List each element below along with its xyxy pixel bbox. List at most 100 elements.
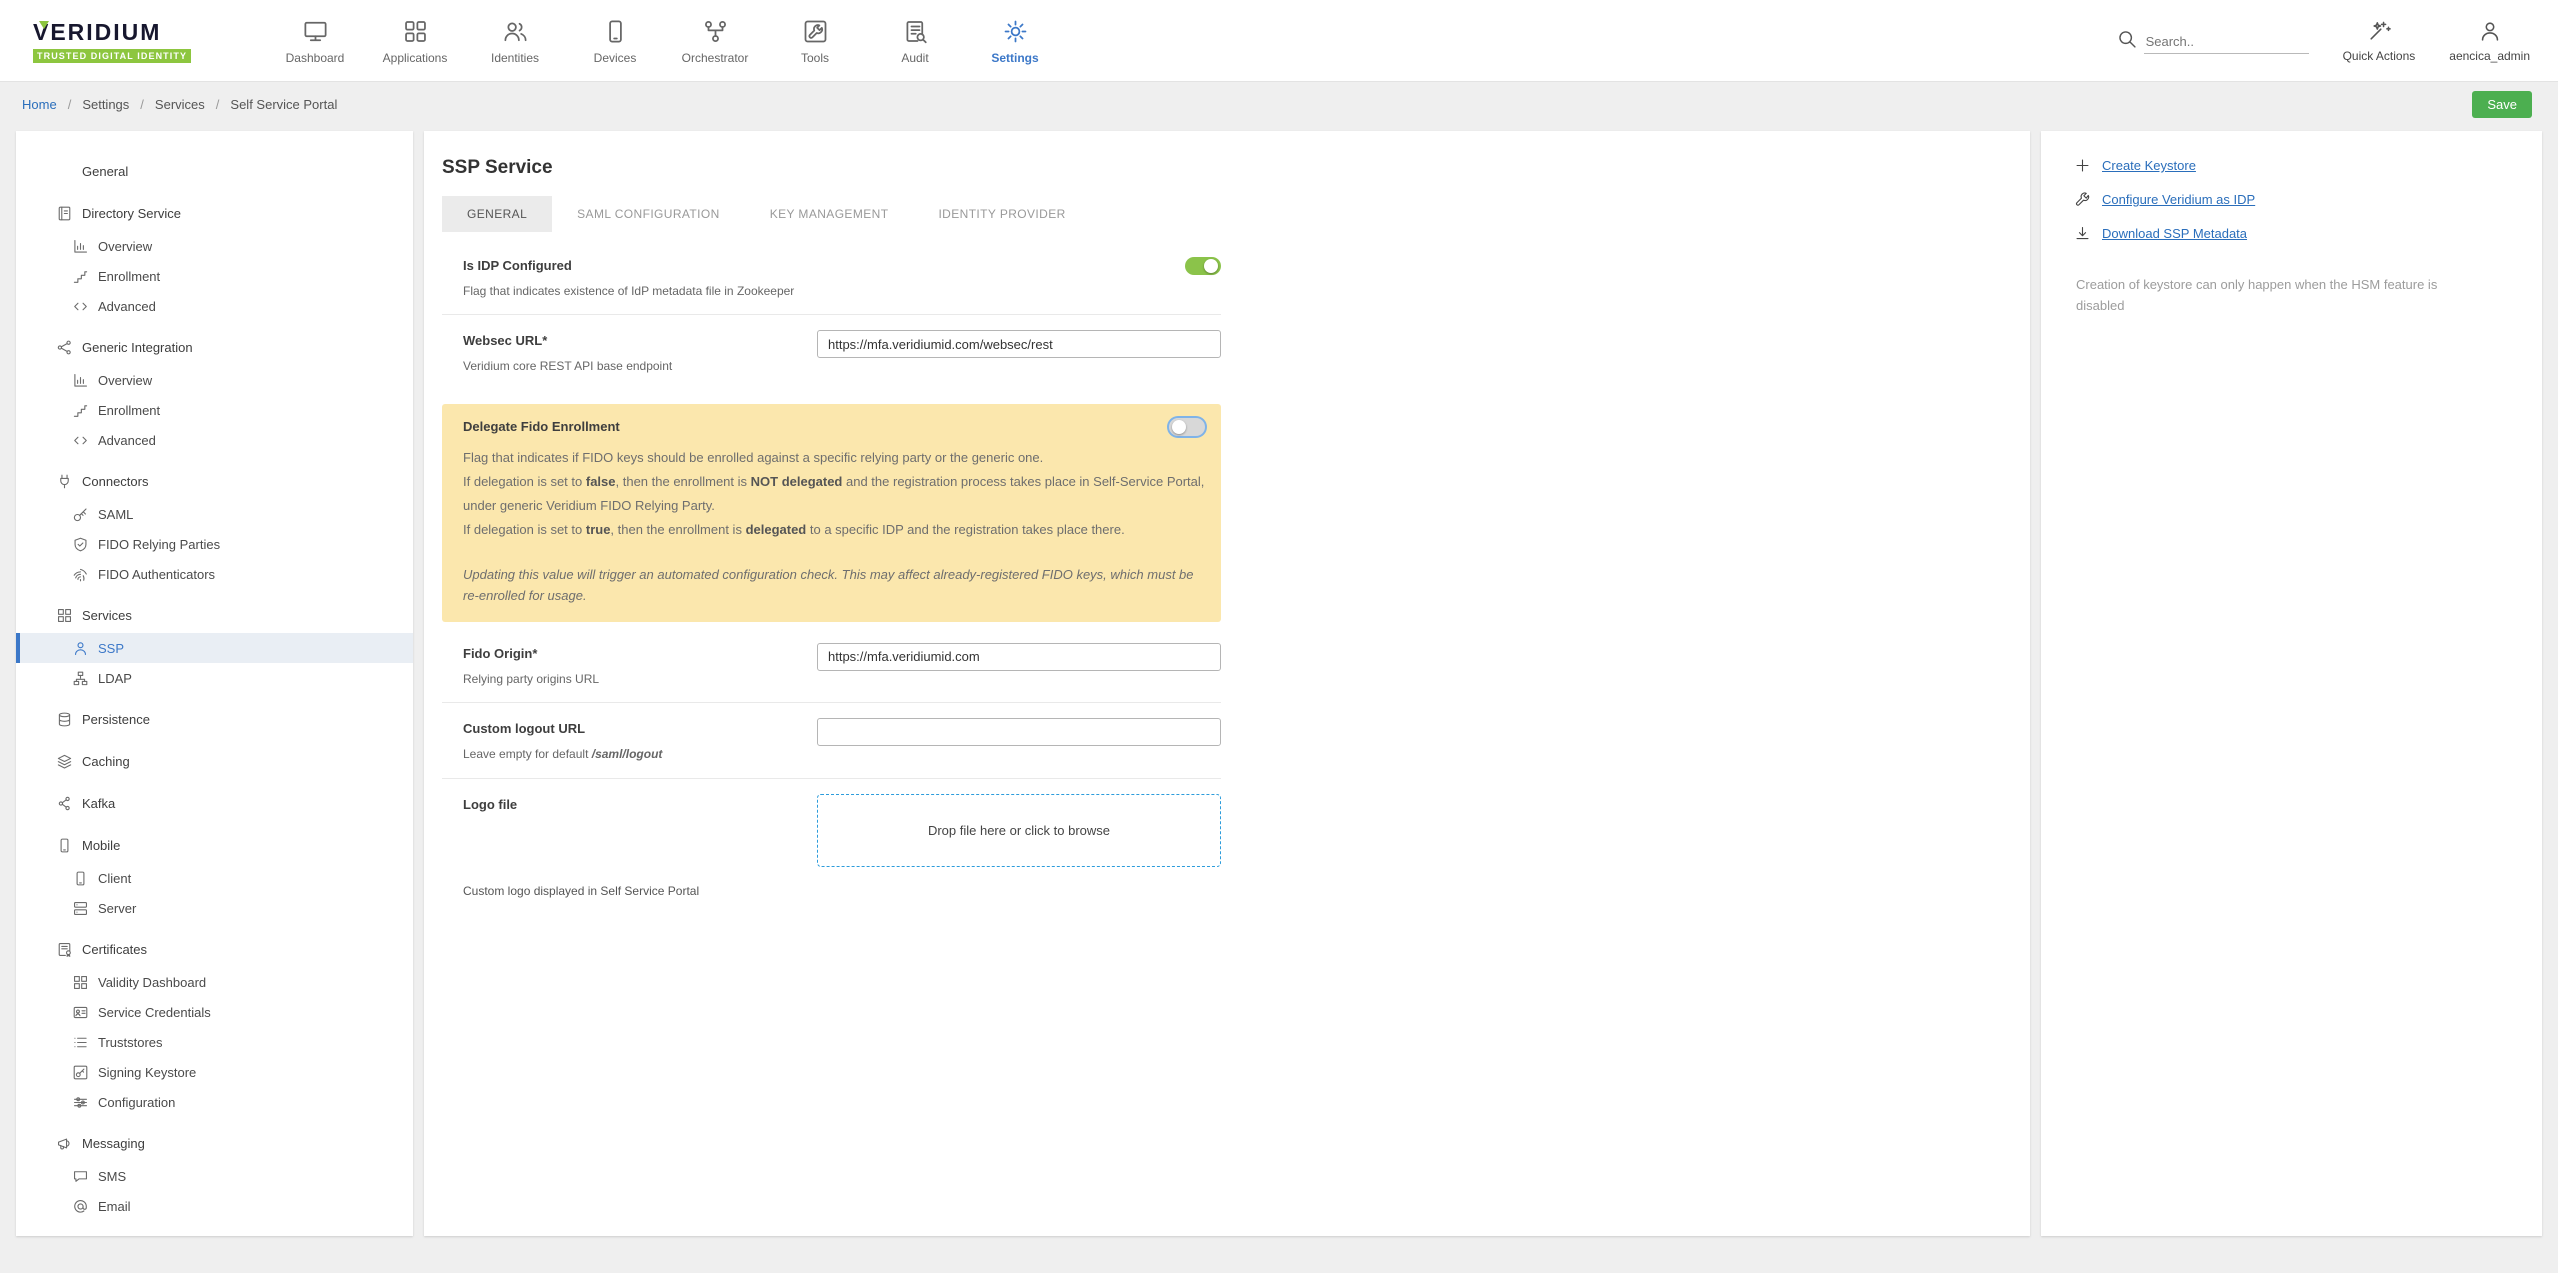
ssp-general-form: Is IDP Configured Flag that indicates ex…	[442, 240, 1221, 900]
sidebar-item-label: Connectors	[82, 474, 148, 489]
nav-item-label: Dashboard	[286, 51, 345, 65]
websec-control	[817, 330, 1221, 358]
settings-sidebar: GeneralDirectory ServiceOverviewEnrollme…	[16, 131, 413, 1236]
sidebar-item-kafka[interactable]: Kafka	[16, 788, 413, 819]
delegate-toggle[interactable]	[1169, 418, 1205, 436]
tools-icon	[802, 18, 829, 45]
sidebar-item-client[interactable]: Client	[16, 863, 413, 893]
sidebar-item-persistence[interactable]: Persistence	[16, 704, 413, 735]
blank-icon	[56, 163, 73, 180]
sidebar-item-label: Certificates	[82, 942, 147, 957]
delegate-paragraph: If delegation is set to true, then the e…	[463, 518, 1205, 542]
fido-origin-label: Fido Origin*	[463, 646, 817, 661]
sidebar-item-label: Mobile	[82, 838, 120, 853]
main-nav: Dashboard ApplicationsIdentitiesDevicesOr…	[265, 16, 1065, 65]
tab-saml-configuration[interactable]: SAML CONFIGURATION	[552, 196, 745, 232]
sidebar-item-label: Directory Service	[82, 206, 181, 221]
action-create-keystore[interactable]: Create Keystore	[2074, 157, 2512, 174]
logo-file-text-block: Logo file	[463, 794, 817, 812]
sidebar-item-certificates[interactable]: Certificates	[16, 934, 413, 965]
mobile-icon	[56, 837, 73, 854]
sidebar-item-fido-relying-parties[interactable]: FIDO Relying Parties	[16, 529, 413, 559]
sidebar-item-label: Messaging	[82, 1136, 145, 1151]
veridium-logo[interactable]: VERIDIUM TRUSTED DIGITAL IDENTITY	[33, 19, 223, 63]
field-row-websec-url: Websec URL* Veridium core REST API base …	[442, 315, 1221, 389]
sidebar-item-label: SAML	[98, 507, 133, 522]
breadcrumb-bar: Home/Settings/Services/Self Service Port…	[0, 82, 2558, 126]
sidebar-item-ldap[interactable]: LDAP	[16, 663, 413, 693]
sidebar-item-server[interactable]: Server	[16, 893, 413, 923]
nav-item-dashboard[interactable]: Dashboard	[265, 16, 365, 65]
sidebar-item-overview[interactable]: Overview	[16, 231, 413, 261]
sidebar-item-validity-dashboard[interactable]: Validity Dashboard	[16, 967, 413, 997]
sidebar-item-label: Service Credentials	[98, 1005, 211, 1020]
sidebar-item-sms[interactable]: SMS	[16, 1161, 413, 1191]
delegate-label: Delegate Fido Enrollment	[463, 419, 620, 434]
websec-url-label: Websec URL*	[463, 333, 817, 348]
is-idp-toggle[interactable]	[1185, 257, 1221, 275]
sidebar-item-fido-authenticators[interactable]: FIDO Authenticators	[16, 559, 413, 589]
breadcrumb-item-home[interactable]: Home	[22, 97, 57, 112]
search-box	[2116, 28, 2309, 54]
sidebar-item-enrollment[interactable]: Enrollment	[16, 261, 413, 291]
field-row-fido-origin: Fido Origin* Relying party origins URL	[442, 628, 1221, 703]
toggle-knob	[1172, 420, 1186, 434]
save-button[interactable]: Save	[2472, 91, 2532, 118]
user-menu[interactable]: aencica_admin	[2449, 19, 2530, 63]
text-fragment: , then the enrollment is	[610, 522, 745, 537]
orchestrator-icon	[702, 18, 729, 45]
sidebar-item-connectors[interactable]: Connectors	[16, 466, 413, 497]
action-configure-veridium-as-idp[interactable]: Configure Veridium as IDP	[2074, 191, 2512, 208]
sidebar-item-messaging[interactable]: Messaging	[16, 1128, 413, 1159]
fido-origin-input[interactable]	[817, 643, 1221, 671]
tab-identity-provider[interactable]: IDENTITY PROVIDER	[913, 196, 1090, 232]
sidebar-item-email[interactable]: Email	[16, 1191, 413, 1221]
sidebar-item-mobile[interactable]: Mobile	[16, 830, 413, 861]
sidebar-item-advanced[interactable]: Advanced	[16, 425, 413, 455]
layers-icon	[56, 753, 73, 770]
sidebar-item-service-credentials[interactable]: Service Credentials	[16, 997, 413, 1027]
sidebar-item-services[interactable]: Services	[16, 600, 413, 631]
nav-item-audit[interactable]: Audit	[865, 16, 965, 65]
nav-item-devices[interactable]: Devices	[565, 16, 665, 65]
breadcrumb-separator: /	[68, 97, 72, 112]
nav-item-applications[interactable]: Applications	[365, 16, 465, 65]
sidebar-item-enrollment[interactable]: Enrollment	[16, 395, 413, 425]
text-fragment: Leave empty for default	[463, 747, 592, 761]
websec-url-input[interactable]	[817, 330, 1221, 358]
tab-general[interactable]: GENERAL	[442, 196, 552, 232]
sidebar-item-label: SMS	[98, 1169, 126, 1184]
sidebar-item-ssp[interactable]: SSP	[16, 633, 413, 663]
sidebar-item-advanced[interactable]: Advanced	[16, 291, 413, 321]
sidebar-item-directory-service[interactable]: Directory Service	[16, 198, 413, 229]
tab-key-management[interactable]: KEY MANAGEMENT	[745, 196, 914, 232]
sidebar-item-configuration[interactable]: Configuration	[16, 1087, 413, 1117]
sidebar-item-caching[interactable]: Caching	[16, 746, 413, 777]
keystore-note: Creation of keystore can only happen whe…	[2074, 275, 2466, 317]
sidebar-item-general[interactable]: General	[16, 156, 413, 187]
custom-logout-input[interactable]	[817, 718, 1221, 746]
breadcrumb-item-services[interactable]: Services	[155, 97, 205, 112]
field-row-custom-logout-url: Custom logout URL Leave empty for defaul…	[442, 703, 1221, 778]
logo-dropzone[interactable]: Drop file here or click to browse	[817, 794, 1221, 867]
text-fragment: NOT delegated	[751, 474, 843, 489]
sidebar-item-label: LDAP	[98, 671, 132, 686]
shield-icon	[72, 536, 89, 553]
sidebar-item-saml[interactable]: SAML	[16, 499, 413, 529]
plus-icon	[2074, 157, 2091, 174]
sidebar-item-generic-integration[interactable]: Generic Integration	[16, 332, 413, 363]
sidebar-item-truststores[interactable]: Truststores	[16, 1027, 413, 1057]
delegate-paragraph: Flag that indicates if FIDO keys should …	[463, 446, 1205, 470]
nav-item-identities[interactable]: Identities	[465, 16, 565, 65]
breadcrumb-item-settings[interactable]: Settings	[82, 97, 129, 112]
nav-item-settings[interactable]: Settings	[965, 16, 1065, 65]
quick-actions-button[interactable]: Quick Actions	[2343, 19, 2416, 63]
websec-url-description: Veridium core REST API base endpoint	[463, 358, 817, 375]
sidebar-item-overview[interactable]: Overview	[16, 365, 413, 395]
nav-item-orchestrator[interactable]: Orchestrator	[665, 16, 765, 65]
nav-item-tools[interactable]: Tools	[765, 16, 865, 65]
right-actions: Create Keystore Configure Veridium as IDP…	[2074, 157, 2512, 242]
action-download-ssp-metadata[interactable]: Download SSP Metadata	[2074, 225, 2512, 242]
search-input[interactable]	[2144, 30, 2309, 54]
sidebar-item-signing-keystore[interactable]: Signing Keystore	[16, 1057, 413, 1087]
